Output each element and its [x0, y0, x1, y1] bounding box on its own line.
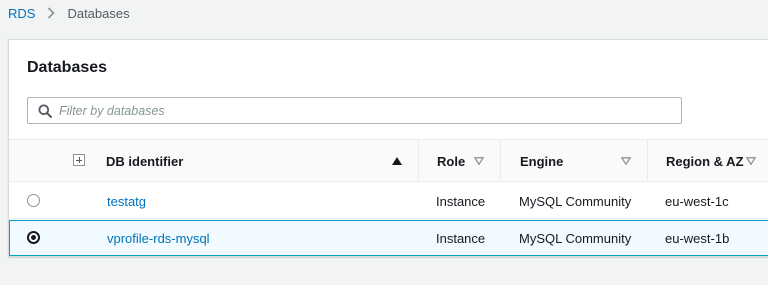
databases-panel: Databases DB identifier Role Engine [8, 39, 768, 257]
search-box[interactable] [27, 97, 682, 124]
breadcrumb-current: Databases [67, 5, 130, 21]
cell-engine: MySQL Community [519, 193, 632, 209]
column-header-engine[interactable]: Engine [520, 140, 563, 182]
expand-all-icon[interactable] [73, 154, 85, 166]
column-header-role[interactable]: Role [437, 140, 465, 182]
column-label-role: Role [437, 153, 466, 169]
breadcrumb: RDS Databases [8, 4, 130, 22]
row-radio-button[interactable] [27, 194, 40, 207]
db-identifier-link[interactable]: testatg [107, 194, 146, 209]
row-radio-button[interactable] [27, 231, 40, 244]
column-label-region: Region & AZ [666, 153, 744, 169]
table-header: DB identifier Role Engine Region & AZ [9, 139, 768, 182]
sort-icon[interactable] [474, 157, 484, 165]
column-label-identifier: DB identifier [106, 153, 184, 169]
panel-title: Databases [27, 59, 108, 76]
db-identifier-link[interactable]: vprofile-rds-mysql [107, 231, 210, 246]
table-row[interactable]: testatg Instance MySQL Community eu-west… [9, 183, 768, 219]
column-header-region[interactable]: Region & AZ [666, 140, 744, 182]
sort-ascending-icon[interactable] [392, 157, 402, 165]
cell-region: eu-west-1b [665, 230, 730, 246]
table-row[interactable]: vprofile-rds-mysql Instance MySQL Commun… [9, 220, 768, 256]
cell-role: Instance [436, 230, 486, 246]
chevron-right-icon [47, 7, 56, 19]
cell-role: Instance [436, 193, 486, 209]
sort-icon[interactable] [746, 157, 756, 165]
search-input[interactable] [59, 98, 659, 123]
column-label-engine: Engine [520, 153, 564, 169]
sort-icon[interactable] [621, 157, 631, 165]
cell-region: eu-west-1c [665, 193, 729, 209]
cell-engine: MySQL Community [519, 230, 632, 246]
breadcrumb-rds-link[interactable]: RDS [8, 6, 35, 21]
search-icon [38, 104, 52, 118]
column-header-identifier[interactable]: DB identifier [106, 140, 183, 182]
